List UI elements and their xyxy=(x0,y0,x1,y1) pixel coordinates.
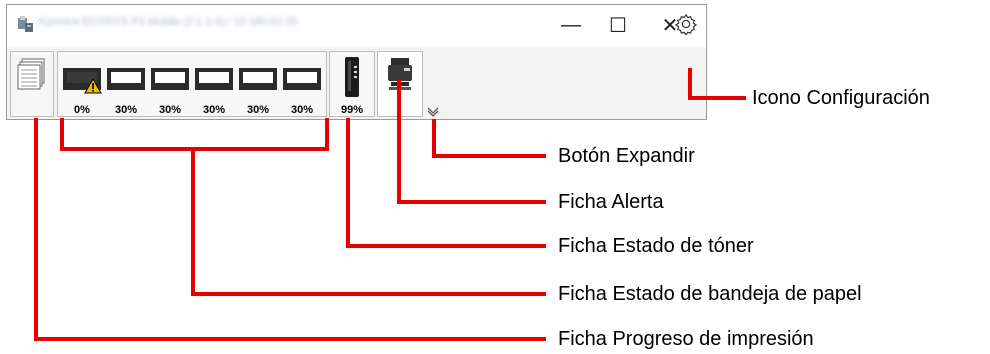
callout-line-trays-bracket xyxy=(60,118,329,151)
callout-settings: Icono Configuración xyxy=(752,87,930,109)
callout-progress: Ficha Progreso de impresión xyxy=(558,328,814,350)
callout-alert: Ficha Alerta xyxy=(558,191,664,213)
callout-line-toner xyxy=(346,118,546,248)
callout-expand: Botón Expandir xyxy=(558,145,695,167)
callout-line-settings xyxy=(688,68,746,100)
callout-trays: Ficha Estado de bandeja de papel xyxy=(558,283,862,305)
callout-toner: Ficha Estado de tóner xyxy=(558,235,754,257)
callout-line-alert xyxy=(397,80,546,204)
callout-line-progress xyxy=(34,118,546,341)
callout-line-trays xyxy=(191,149,546,296)
callout-line-expand xyxy=(432,119,546,158)
